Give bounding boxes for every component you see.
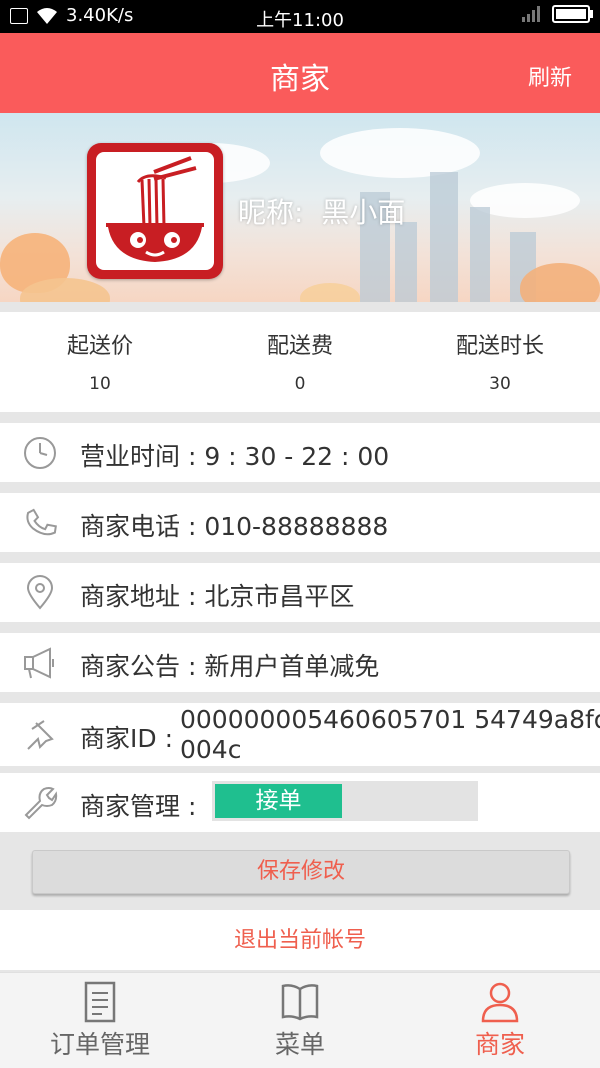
row-management: 商家管理 : 接单 (0, 773, 600, 832)
tab-label: 商家 (474, 1030, 525, 1059)
stat-value: 0 (294, 374, 306, 394)
tab-label: 订单管理 (49, 1030, 150, 1059)
tab-merchant[interactable]: 商家 (400, 973, 600, 1068)
row-phone[interactable]: 商家电话 : 010-88888888 (0, 493, 600, 552)
row-merchant-id[interactable]: 商家ID : 000000005460605701 54749a8fde 004… (0, 703, 600, 766)
status-bar: 3.40K/s 上午11:00 (0, 0, 600, 33)
tab-menu[interactable]: 菜单 (200, 973, 400, 1068)
management-label: 商家管理 : (80, 792, 197, 821)
user-icon (481, 982, 519, 1023)
battery-icon (552, 5, 593, 23)
page-title: 商家 (270, 62, 330, 97)
merchant-id-value-line1: 000000005460605701 54749a8fde (180, 705, 600, 734)
stat-label: 起送价 (66, 334, 133, 359)
save-button[interactable]: 保存修改 (32, 850, 570, 894)
address-text: 商家地址 : 北京市昌平区 (80, 582, 355, 611)
stat-value: 30 (489, 374, 511, 394)
shop-logo (87, 143, 223, 279)
row-notice[interactable]: 商家公告 : 新用户首单减免 (0, 633, 600, 692)
phone-text: 商家电话 : 010-88888888 (80, 512, 389, 541)
row-business-hours[interactable]: 营业时间 : 9 : 30 - 22 : 00 (0, 423, 600, 482)
megaphone-icon (24, 647, 54, 679)
stat-value: 10 (89, 374, 111, 394)
header-bar: 商家 刷新 (0, 33, 600, 113)
wrench-icon (24, 787, 58, 820)
pin-icon (27, 720, 54, 750)
bottom-tab-bar: 订单管理 菜单 商家 (0, 972, 600, 1068)
phone-icon (26, 508, 57, 536)
nickname: 昵称: 黑小面 (238, 191, 405, 231)
delivery-stats: 起送价 10 配送费 0 配送时长 30 (0, 312, 600, 412)
noodle-bowl-logo (106, 156, 204, 262)
stat-delivery-fee: 配送费 0 (200, 312, 400, 394)
tab-orders[interactable]: 订单管理 (0, 973, 200, 1068)
stat-label: 配送时长 (455, 334, 544, 359)
accept-orders-toggle-on[interactable]: 接单 (215, 784, 342, 818)
book-icon (281, 984, 319, 1021)
stat-min-order: 起送价 10 (0, 312, 200, 394)
location-pin-icon (26, 575, 54, 610)
clock-icon (24, 437, 56, 469)
row-address[interactable]: 商家地址 : 北京市昌平区 (0, 563, 600, 622)
document-icon (84, 981, 116, 1023)
merchant-id-label: 商家ID : (80, 724, 173, 753)
refresh-button[interactable]: 刷新 (528, 60, 572, 92)
status-time: 上午11:00 (256, 10, 344, 31)
notice-text: 商家公告 : 新用户首单减免 (80, 652, 380, 681)
logout-button[interactable]: 退出当前帐号 (0, 910, 600, 970)
tab-label: 菜单 (274, 1030, 325, 1059)
stat-label: 配送费 (266, 334, 333, 359)
profile-banner: 昵称: 黑小面 (0, 113, 600, 302)
merchant-id-value-line2: 004c (180, 735, 242, 764)
nickname-label: 昵称: (238, 196, 304, 229)
accept-orders-toggle[interactable]: 接单 (212, 781, 478, 821)
signal-icon (522, 6, 540, 22)
stat-delivery-time: 配送时长 30 (400, 312, 600, 394)
nickname-value: 黑小面 (321, 196, 406, 229)
business-hours-text: 营业时间 : 9 : 30 - 22 : 00 (80, 442, 390, 471)
